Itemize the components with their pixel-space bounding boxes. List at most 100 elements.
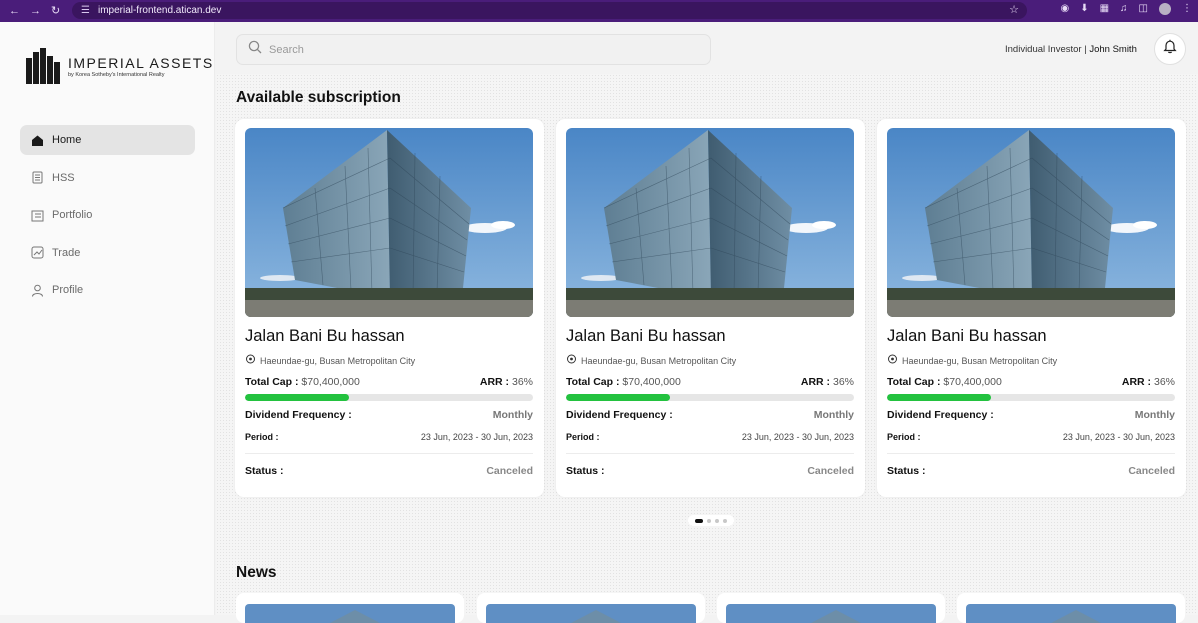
property-location: Haeundae-gu, Busan Metropolitan City bbox=[245, 354, 415, 367]
search-box[interactable] bbox=[236, 34, 711, 65]
total-cap-value: $70,400,000 bbox=[622, 376, 681, 388]
sidebar-item-label: HSS bbox=[52, 171, 75, 184]
pager-dot[interactable] bbox=[723, 518, 727, 523]
sidebar-menu: Home HSS Portfolio Trade Profile bbox=[20, 125, 195, 313]
brand-logo-mark-icon bbox=[26, 48, 60, 84]
address-bar[interactable]: ☰ imperial-frontend.atican.dev ☆ bbox=[72, 2, 1027, 19]
dividend-row: Dividend Frequency : Monthly bbox=[245, 409, 533, 421]
location-pin-icon bbox=[887, 354, 898, 367]
notification-button[interactable] bbox=[1154, 33, 1186, 65]
subscription-card[interactable]: Jalan Bani Bu hassan Haeundae-gu, Busan … bbox=[877, 119, 1186, 497]
sidebar-item-label: Profile bbox=[52, 284, 84, 297]
progress-fill bbox=[887, 394, 991, 401]
progress-fill bbox=[566, 394, 670, 401]
total-cap-value: $70,400,000 bbox=[943, 376, 1002, 388]
property-photo bbox=[887, 128, 1175, 317]
period-label: Period : bbox=[566, 432, 600, 442]
site-settings-icon[interactable]: ☰ bbox=[81, 5, 90, 16]
news-card[interactable] bbox=[236, 593, 464, 623]
sidebar-item-profile[interactable]: Profile bbox=[20, 275, 195, 305]
subscription-progress-bar bbox=[566, 394, 854, 401]
property-name[interactable]: Jalan Bani Bu hassan bbox=[566, 327, 726, 346]
dividend-label: Dividend Frequency : bbox=[245, 409, 352, 421]
sidebar-item-home[interactable]: Home bbox=[20, 125, 195, 155]
period-row: Period : 23 Jun, 2023 - 30 Jun, 2023 bbox=[566, 432, 854, 442]
carousel-pager bbox=[688, 515, 734, 526]
divider bbox=[245, 453, 533, 454]
property-photo bbox=[566, 128, 854, 317]
pager-dot[interactable] bbox=[715, 518, 719, 523]
user-info[interactable]: Individual Investor | John Smith bbox=[1005, 44, 1137, 55]
period-value: 23 Jun, 2023 - 30 Jun, 2023 bbox=[420, 432, 533, 442]
property-name[interactable]: Jalan Bani Bu hassan bbox=[245, 327, 405, 346]
dividend-row: Dividend Frequency : Monthly bbox=[887, 409, 1175, 421]
document-icon bbox=[31, 171, 44, 184]
news-card[interactable] bbox=[957, 593, 1185, 623]
status-label: Status : bbox=[245, 465, 284, 477]
browser-menu-icon[interactable]: ⋮ bbox=[1182, 4, 1192, 14]
back-arrow-icon[interactable]: ← bbox=[9, 5, 20, 17]
address-url[interactable]: imperial-frontend.atican.dev bbox=[98, 5, 221, 16]
arr-value: 36% bbox=[1153, 376, 1175, 388]
property-location: Haeundae-gu, Busan Metropolitan City bbox=[887, 354, 1057, 367]
sidebar-item-portfolio[interactable]: Portfolio bbox=[20, 200, 195, 230]
download-icon[interactable]: ⬇ bbox=[1080, 4, 1088, 14]
progress-fill bbox=[245, 394, 349, 401]
bell-icon bbox=[1163, 39, 1177, 59]
status-value: Canceled bbox=[807, 465, 854, 477]
bookmark-star-icon[interactable]: ☆ bbox=[1009, 3, 1019, 16]
available-subscription-title: Available subscription bbox=[236, 89, 401, 106]
total-cap-row: Total Cap : $70,400,000 ARR : 36% bbox=[566, 376, 854, 388]
side-panel-icon[interactable]: ◫ bbox=[1139, 4, 1148, 14]
divider bbox=[566, 453, 854, 454]
news-thumbnail bbox=[966, 604, 1176, 623]
status-row: Status : Canceled bbox=[245, 465, 533, 477]
news-thumbnail bbox=[245, 604, 455, 623]
trade-chart-icon bbox=[31, 246, 44, 259]
sidebar-item-trade[interactable]: Trade bbox=[20, 238, 195, 268]
dividend-row: Dividend Frequency : Monthly bbox=[566, 409, 854, 421]
total-cap-row: Total Cap : $70,400,000 ARR : 36% bbox=[887, 376, 1175, 388]
location-pin-icon bbox=[566, 354, 577, 367]
home-icon bbox=[31, 134, 44, 147]
total-cap-label: Total Cap : bbox=[887, 376, 941, 388]
status-value: Canceled bbox=[1128, 465, 1175, 477]
status-label: Status : bbox=[887, 465, 926, 477]
subscription-card[interactable]: Jalan Bani Bu hassan Haeundae-gu, Busan … bbox=[556, 119, 865, 497]
subscription-card[interactable]: Jalan Bani Bu hassan Haeundae-gu, Busan … bbox=[235, 119, 544, 497]
pager-dot-active[interactable] bbox=[695, 518, 703, 523]
user-name[interactable]: John Smith bbox=[1089, 44, 1137, 55]
dividend-value: Monthly bbox=[492, 409, 533, 421]
media-icon[interactable]: ♫ bbox=[1120, 4, 1128, 14]
forward-arrow-icon[interactable]: → bbox=[30, 5, 41, 17]
browser-toolbar: ← → ↻ ☰ imperial-frontend.atican.dev ☆ ◉… bbox=[0, 0, 1198, 22]
sidebar-item-label: Home bbox=[52, 134, 82, 146]
period-label: Period : bbox=[245, 432, 279, 442]
total-cap-label: Total Cap : bbox=[245, 376, 299, 388]
extension-circle-icon[interactable]: ◉ bbox=[1060, 4, 1069, 14]
location-pin-icon bbox=[245, 354, 256, 367]
search-icon bbox=[248, 40, 262, 59]
search-input[interactable] bbox=[269, 43, 689, 56]
pager-dot[interactable] bbox=[707, 518, 711, 523]
property-name[interactable]: Jalan Bani Bu hassan bbox=[887, 327, 1047, 346]
brand-tagline: by Korea Sotheby's International Realty bbox=[68, 71, 165, 78]
reload-icon[interactable]: ↻ bbox=[51, 5, 60, 17]
browser-nav: ← → ↻ bbox=[0, 5, 72, 17]
dividend-value: Monthly bbox=[813, 409, 854, 421]
brand-logo[interactable]: IMPERIAL ASSETS by Korea Sotheby's Inter… bbox=[26, 48, 214, 84]
arr-value: 36% bbox=[832, 376, 854, 388]
news-card[interactable] bbox=[717, 593, 945, 623]
status-value: Canceled bbox=[486, 465, 533, 477]
period-value: 23 Jun, 2023 - 30 Jun, 2023 bbox=[741, 432, 854, 442]
total-cap-row: Total Cap : $70,400,000 ARR : 36% bbox=[245, 376, 533, 388]
news-card[interactable] bbox=[477, 593, 705, 623]
location-text: Haeundae-gu, Busan Metropolitan City bbox=[581, 355, 737, 366]
browser-profile-avatar[interactable] bbox=[1159, 3, 1171, 15]
status-label: Status : bbox=[566, 465, 605, 477]
sidebar-item-label: Portfolio bbox=[52, 209, 93, 222]
period-row: Period : 23 Jun, 2023 - 30 Jun, 2023 bbox=[245, 432, 533, 442]
sidebar-item-hss[interactable]: HSS bbox=[20, 163, 195, 193]
arr-value: 36% bbox=[511, 376, 533, 388]
extensions-puzzle-icon[interactable]: ▦ bbox=[1100, 4, 1109, 14]
